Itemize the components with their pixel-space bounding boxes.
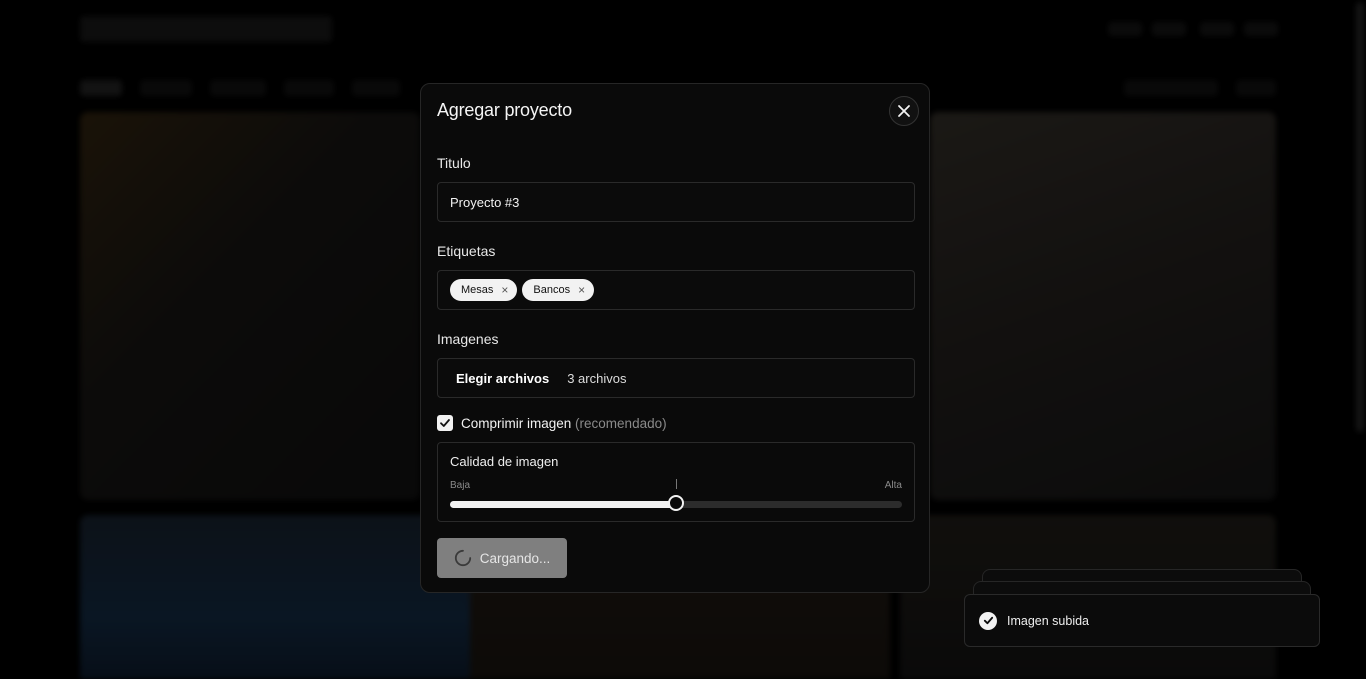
close-icon bbox=[898, 105, 910, 117]
remove-tag-icon[interactable]: × bbox=[578, 284, 585, 296]
quality-title: Calidad de imagen bbox=[450, 454, 559, 469]
title-field-wrapper bbox=[437, 182, 915, 222]
compress-option: Comprimir imagen (recomendado) bbox=[437, 415, 667, 431]
check-circle-icon bbox=[979, 611, 997, 630]
file-count: 3 archivos bbox=[567, 370, 627, 386]
title-input[interactable] bbox=[438, 183, 914, 221]
tag-chip: Bancos × bbox=[522, 279, 595, 301]
compress-checkbox[interactable] bbox=[437, 415, 453, 431]
images-label: Imagenes bbox=[437, 331, 499, 347]
file-input[interactable]: Elegir archivos 3 archivos bbox=[437, 358, 915, 398]
quality-high-label: Alta bbox=[884, 480, 902, 491]
check-mark-icon bbox=[983, 616, 993, 625]
tags-label: Etiquetas bbox=[437, 243, 496, 259]
spinner-icon bbox=[454, 549, 471, 567]
tags-input[interactable]: Mesas × Bancos × bbox=[437, 270, 915, 310]
title-label: Titulo bbox=[437, 155, 471, 171]
tag-chip-label: Bancos bbox=[533, 284, 571, 296]
quality-panel: Calidad de imagen Baja Alta bbox=[437, 442, 915, 522]
compress-hint: (recomendado) bbox=[575, 415, 667, 431]
choose-files-button[interactable]: Elegir archivos bbox=[456, 371, 549, 386]
toast-notification[interactable]: Imagen subida bbox=[964, 594, 1320, 647]
toast-message: Imagen subida bbox=[1007, 613, 1090, 628]
quality-slider[interactable] bbox=[450, 495, 902, 511]
quality-midpoint-tick bbox=[676, 479, 677, 489]
remove-tag-icon[interactable]: × bbox=[501, 284, 508, 296]
close-button[interactable] bbox=[889, 96, 919, 126]
quality-low-label: Baja bbox=[450, 480, 471, 491]
add-project-dialog: Agregar proyecto Titulo Etiquetas Mesas ×… bbox=[420, 83, 930, 593]
quality-slider-thumb[interactable] bbox=[668, 495, 684, 511]
quality-slider-fill bbox=[450, 501, 676, 508]
tag-chip: Mesas × bbox=[450, 279, 518, 301]
dialog-title: Agregar proyecto bbox=[437, 100, 572, 120]
tag-list: Mesas × Bancos × bbox=[438, 271, 914, 309]
submit-label: Cargando... bbox=[479, 550, 551, 566]
tag-chip-label: Mesas bbox=[461, 284, 494, 296]
compress-label: Comprimir imagen (recomendado) bbox=[461, 416, 667, 431]
compress-label-text: Comprimir imagen bbox=[461, 415, 572, 431]
check-icon bbox=[440, 419, 450, 427]
submit-button[interactable]: Cargando... bbox=[437, 538, 567, 578]
